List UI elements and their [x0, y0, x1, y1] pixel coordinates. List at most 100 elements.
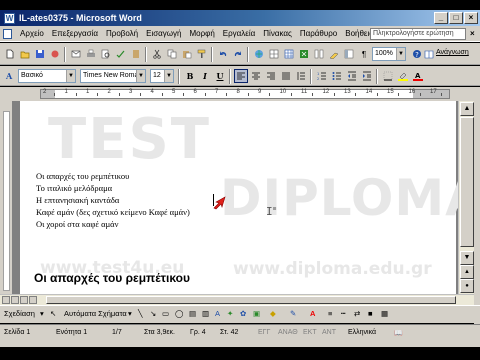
arrow-style-icon[interactable]: ⇄ [354, 309, 360, 318]
styles-formatting-icon[interactable]: A [3, 69, 17, 83]
scroll-up-icon[interactable]: ▲ [460, 102, 474, 116]
shadow-style-icon[interactable]: ■ [368, 309, 373, 318]
maximize-button[interactable]: □ [449, 12, 463, 24]
status-record-macro[interactable]: ΕΓΓ [258, 329, 270, 336]
help-question-input[interactable]: Πληκτρολογήστε ερώτηση [370, 28, 466, 40]
numbering-icon[interactable]: 12 [315, 69, 329, 83]
email-icon[interactable] [69, 47, 83, 61]
autoshapes-chevron-icon[interactable]: ▾ [128, 309, 132, 318]
print-layout-icon[interactable] [20, 296, 28, 304]
paragraph-line[interactable]: Η επτανησιακή καντάδα [36, 195, 119, 205]
dash-style-icon[interactable]: ┅ [341, 309, 346, 318]
web-view-icon[interactable] [11, 296, 19, 304]
align-right-icon[interactable] [264, 69, 278, 83]
align-left-icon[interactable] [234, 69, 248, 83]
menu-edit[interactable]: Επεξεργασία [48, 28, 102, 39]
paragraph-line[interactable]: Οι απαρχές του ρεμπέτικου [36, 171, 129, 181]
insert-excel-icon[interactable] [297, 47, 311, 61]
justify-icon[interactable] [279, 69, 293, 83]
previous-page-icon[interactable]: ▲ [460, 265, 474, 279]
drawing-icon[interactable] [327, 47, 341, 61]
font-color-icon[interactable]: A [411, 69, 425, 83]
textbox-icon[interactable]: ▤ [189, 309, 196, 318]
show-hide-icon[interactable]: ¶ [357, 47, 371, 61]
word-app-icon[interactable]: W [4, 12, 15, 24]
document-heading[interactable]: Οι απαρχές του ρεμπέτικου [34, 271, 190, 285]
paste-icon[interactable] [180, 47, 194, 61]
line-spacing-icon[interactable] [294, 69, 308, 83]
close-button[interactable]: × [464, 12, 478, 24]
tables-borders-icon[interactable] [267, 47, 281, 61]
redo-icon[interactable] [231, 47, 245, 61]
spelling-icon[interactable] [114, 47, 128, 61]
permission-icon[interactable] [48, 47, 62, 61]
browse-object-icon[interactable]: ● [460, 279, 474, 293]
menu-window[interactable]: Παράθυρο [296, 28, 341, 39]
insert-table-icon[interactable] [282, 47, 296, 61]
read-button[interactable]: Ανάγνωση [436, 49, 469, 56]
paragraph-line-current[interactable]: Καφέ αμάν (δες σχετικό κείμενο Καφέ αμάν… [36, 207, 190, 217]
status-track-changes[interactable]: ΑΝΑΘ [278, 329, 298, 336]
font-select[interactable]: Times New Roman ▼ [80, 69, 146, 83]
decrease-indent-icon[interactable] [345, 69, 359, 83]
oval-icon[interactable]: ◯ [175, 309, 183, 318]
document-area[interactable]: TEST DIPLOMA www.test4u.eu www.diploma.e… [12, 101, 458, 294]
picture-icon[interactable]: ▣ [253, 309, 260, 318]
vertical-scrollbar[interactable]: ▲ ▼ ▲ ● [458, 101, 474, 294]
fill-color-icon[interactable]: ◆ [270, 309, 276, 318]
menu-view[interactable]: Προβολή [102, 28, 142, 39]
rectangle-icon[interactable]: ▭ [162, 309, 169, 318]
print-preview-icon[interactable] [99, 47, 113, 61]
menu-table[interactable]: Πίνακας [259, 28, 296, 39]
help-icon[interactable]: ? [410, 47, 424, 61]
scroll-down-icon[interactable]: ▼ [460, 251, 474, 265]
font-size-select[interactable]: 12 ▼ [150, 69, 174, 83]
menu-tools[interactable]: Εργαλεία [219, 28, 259, 39]
vertical-scroll-thumb[interactable] [460, 117, 474, 247]
autoshapes-menu-button[interactable]: Αυτόματα Σχήματα [64, 309, 127, 318]
vertical-ruler[interactable] [0, 101, 12, 294]
font-color-draw-icon[interactable]: A [310, 309, 315, 318]
draw-menu-chevron-icon[interactable]: ▾ [40, 309, 44, 318]
wordart-icon[interactable]: A [215, 309, 220, 318]
status-extend[interactable]: ΕΚΤ [303, 329, 317, 336]
spelling-status-icon[interactable]: 📖 [394, 329, 403, 337]
italic-button[interactable]: I [198, 69, 212, 83]
vertical-textbox-icon[interactable]: ▥ [202, 309, 209, 318]
paragraph-line[interactable]: Οι χοροί στα καφέ αμάν [36, 219, 118, 229]
align-center-icon[interactable] [249, 69, 263, 83]
bullets-icon[interactable] [330, 69, 344, 83]
line-style-icon[interactable]: ≡ [328, 309, 332, 318]
arrow-icon[interactable]: ↘ [150, 309, 156, 318]
diagram-icon[interactable]: ✦ [227, 309, 233, 318]
normal-view-icon[interactable] [2, 296, 10, 304]
copy-icon[interactable] [165, 47, 179, 61]
draw-menu-button[interactable]: Σχεδίαση [4, 309, 35, 318]
print-icon[interactable] [84, 47, 98, 61]
research-icon[interactable] [129, 47, 143, 61]
document-page[interactable]: TEST DIPLOMA www.test4u.eu www.diploma.e… [20, 101, 458, 294]
highlight-icon[interactable] [396, 69, 410, 83]
horizontal-scrollbar[interactable] [0, 294, 474, 305]
horizontal-scroll-thumb[interactable] [46, 296, 456, 304]
underline-button[interactable]: U [213, 69, 227, 83]
document-icon[interactable] [3, 29, 12, 39]
title-bar[interactable]: W IL-ates0375 - Microsoft Word _ □ × [0, 10, 480, 26]
bold-button[interactable]: B [183, 69, 197, 83]
borders-icon[interactable] [381, 69, 395, 83]
new-document-icon[interactable] [3, 47, 17, 61]
ruler-track[interactable]: 2 1 1 2 3 4 5 6 7 8 9 10 11 12 13 14 15 16 17 [40, 89, 450, 99]
save-icon[interactable] [33, 47, 47, 61]
close-document-icon[interactable]: × [470, 29, 475, 38]
line-color-icon[interactable]: ✎ [290, 309, 296, 318]
menu-file[interactable]: Αρχείο [16, 28, 48, 39]
minimize-button[interactable]: _ [434, 12, 448, 24]
zoom-select[interactable]: 100% ▼ [372, 47, 406, 61]
status-overtype[interactable]: ΑΝΤ [322, 329, 336, 336]
open-icon[interactable] [18, 47, 32, 61]
line-icon[interactable]: ╲ [138, 309, 143, 318]
outline-view-icon[interactable] [29, 296, 37, 304]
undo-icon[interactable] [216, 47, 230, 61]
increase-indent-icon[interactable] [360, 69, 374, 83]
read-icon[interactable] [424, 47, 434, 61]
